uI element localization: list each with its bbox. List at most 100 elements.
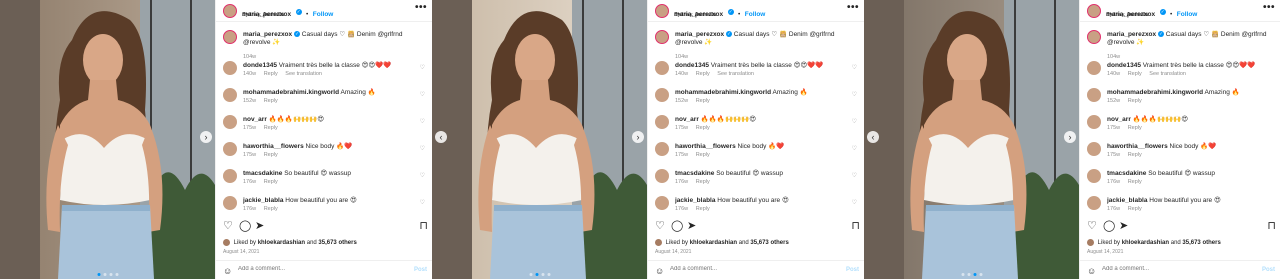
- reply-button[interactable]: Reply: [264, 71, 278, 77]
- share-icon[interactable]: ➤: [1119, 220, 1128, 232]
- comment-username[interactable]: haworthia__flowers: [1107, 143, 1168, 150]
- comment-time[interactable]: 152w: [675, 98, 688, 104]
- likes-count[interactable]: 35,673 others: [750, 240, 788, 246]
- reply-button[interactable]: Reply: [1128, 71, 1142, 77]
- comment-time[interactable]: 152w: [243, 98, 256, 104]
- liker-username[interactable]: khloekardashian: [258, 240, 305, 246]
- avatar[interactable]: [223, 115, 237, 129]
- comment-time[interactable]: 176w: [675, 179, 688, 185]
- comment-like-heart-icon[interactable]: ♡: [420, 145, 425, 152]
- avatar[interactable]: [655, 169, 669, 183]
- comment-username[interactable]: nov_arr: [1107, 116, 1131, 123]
- comment-icon[interactable]: ◯: [1103, 220, 1115, 232]
- see-translation-link[interactable]: See translation: [717, 71, 754, 77]
- avatar[interactable]: [1087, 196, 1101, 210]
- post-photo[interactable]: ‹ ›: [864, 0, 1079, 279]
- comment-username[interactable]: donde1345: [675, 62, 709, 69]
- reply-button[interactable]: Reply: [1128, 98, 1142, 104]
- comment-time[interactable]: 175w: [675, 152, 688, 158]
- liker-username[interactable]: khloekardashian: [690, 240, 737, 246]
- more-options-icon[interactable]: •••: [415, 3, 427, 13]
- username[interactable]: maria_perezxox: [1107, 31, 1156, 38]
- comment-like-heart-icon[interactable]: ♡: [852, 199, 857, 206]
- comment-icon[interactable]: ◯: [671, 220, 683, 232]
- comment-username[interactable]: tmacsdakine: [1107, 170, 1146, 177]
- see-translation-link[interactable]: See translation: [285, 71, 322, 77]
- emoji-icon[interactable]: ☺: [1087, 266, 1096, 276]
- comment-username[interactable]: donde1345: [243, 62, 277, 69]
- post-date[interactable]: August 14, 2021: [223, 249, 259, 255]
- comment-username[interactable]: jackie_blabla: [675, 197, 715, 204]
- avatar[interactable]: [223, 4, 237, 18]
- comment-input[interactable]: [670, 266, 820, 272]
- comment-username[interactable]: nov_arr: [243, 116, 267, 123]
- comment-time[interactable]: 152w: [1107, 98, 1120, 104]
- share-icon[interactable]: ➤: [687, 220, 696, 232]
- bookmark-icon[interactable]: ⊓: [851, 220, 860, 232]
- comment-like-heart-icon[interactable]: ♡: [420, 118, 425, 125]
- likes-count[interactable]: 35,673 others: [1182, 240, 1220, 246]
- avatar[interactable]: [223, 142, 237, 156]
- comment-input[interactable]: [1102, 266, 1252, 272]
- location[interactable]: Sydney, Australia: [674, 12, 716, 18]
- prev-arrow-icon[interactable]: ‹: [867, 131, 879, 143]
- reply-button[interactable]: Reply: [1128, 152, 1142, 158]
- next-arrow-icon[interactable]: ›: [1064, 131, 1076, 143]
- comment-username[interactable]: mohammadebrahimi.kingworld: [243, 89, 339, 96]
- see-translation-link[interactable]: See translation: [1149, 71, 1186, 77]
- follow-button[interactable]: Follow: [1177, 11, 1198, 18]
- comment-like-heart-icon[interactable]: ♡: [852, 145, 857, 152]
- username[interactable]: maria_perezxox: [675, 31, 724, 38]
- comment-like-heart-icon[interactable]: ♡: [420, 199, 425, 206]
- avatar[interactable]: [223, 88, 237, 102]
- reply-button[interactable]: Reply: [696, 179, 710, 185]
- post-photo[interactable]: ‹ ›: [0, 0, 215, 279]
- avatar[interactable]: [223, 61, 237, 75]
- comment-icon[interactable]: ◯: [239, 220, 251, 232]
- reply-button[interactable]: Reply: [264, 125, 278, 131]
- comment-username[interactable]: jackie_blabla: [243, 197, 283, 204]
- follow-button[interactable]: Follow: [745, 11, 766, 18]
- avatar[interactable]: [655, 4, 669, 18]
- post-button[interactable]: Post: [1262, 267, 1275, 273]
- comment-time[interactable]: 176w: [243, 179, 256, 185]
- comments-list[interactable]: maria_perezxox ✓ Casual days ♡ 👸🏼 Denim …: [216, 24, 432, 216]
- liker-username[interactable]: khloekardashian: [1122, 240, 1169, 246]
- comment-like-heart-icon[interactable]: ♡: [420, 64, 425, 71]
- avatar[interactable]: [655, 142, 669, 156]
- post-date[interactable]: August 14, 2021: [655, 249, 691, 255]
- next-arrow-icon[interactable]: ›: [632, 131, 644, 143]
- comment-input[interactable]: [238, 266, 388, 272]
- post-button[interactable]: Post: [414, 267, 427, 273]
- comment-username[interactable]: mohammadebrahimi.kingworld: [675, 89, 771, 96]
- avatar[interactable]: [1087, 142, 1101, 156]
- reply-button[interactable]: Reply: [1128, 179, 1142, 185]
- share-icon[interactable]: ➤: [255, 220, 264, 232]
- comment-time[interactable]: 175w: [243, 152, 256, 158]
- reply-button[interactable]: Reply: [264, 179, 278, 185]
- avatar[interactable]: [655, 61, 669, 75]
- avatar[interactable]: [1087, 61, 1101, 75]
- post-photo[interactable]: ‹ ›: [432, 0, 647, 279]
- reply-button[interactable]: Reply: [696, 206, 710, 212]
- location[interactable]: Sydney, Australia: [1106, 12, 1148, 18]
- comment-time[interactable]: 175w: [1107, 152, 1120, 158]
- comment-like-heart-icon[interactable]: ♡: [420, 91, 425, 98]
- reply-button[interactable]: Reply: [1128, 206, 1142, 212]
- comment-username[interactable]: tmacsdakine: [675, 170, 714, 177]
- comments-list[interactable]: maria_perezxox ✓ Casual days ♡ 👸🏼 Denim …: [648, 24, 864, 216]
- comment-like-heart-icon[interactable]: ♡: [852, 91, 857, 98]
- more-options-icon[interactable]: •••: [847, 3, 859, 13]
- emoji-icon[interactable]: ☺: [655, 266, 664, 276]
- reply-button[interactable]: Reply: [696, 152, 710, 158]
- comment-time[interactable]: 176w: [243, 206, 256, 212]
- follow-button[interactable]: Follow: [313, 11, 334, 18]
- like-heart-icon[interactable]: ♡: [1087, 220, 1097, 232]
- comment-like-heart-icon[interactable]: ♡: [420, 172, 425, 179]
- location[interactable]: Sydney, Australia: [242, 12, 284, 18]
- bookmark-icon[interactable]: ⊓: [419, 220, 428, 232]
- comment-username[interactable]: donde1345: [1107, 62, 1141, 69]
- comment-time[interactable]: 176w: [1107, 179, 1120, 185]
- avatar[interactable]: [1087, 4, 1101, 18]
- avatar[interactable]: [1087, 115, 1101, 129]
